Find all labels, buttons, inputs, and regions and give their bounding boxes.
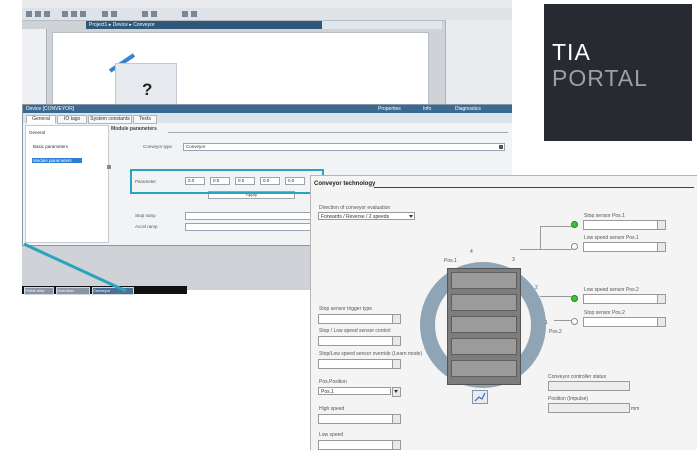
sensor-control-button[interactable] bbox=[392, 336, 401, 346]
sensor-override-label: Stop/Low speed sensor override (Learn mo… bbox=[319, 351, 423, 357]
direction-label: Direction of conveyor evaluation bbox=[319, 205, 391, 211]
high-speed-input[interactable] bbox=[318, 414, 393, 424]
sensor-control-label: Stop / Low speed sensor control bbox=[319, 328, 391, 334]
belt-segment bbox=[451, 316, 517, 333]
stop-sensor-pos1-browse[interactable] bbox=[657, 220, 666, 230]
belt-segment bbox=[451, 360, 517, 377]
stop-sensor-pos2-input[interactable] bbox=[583, 317, 658, 327]
logo-line-tia: TIA bbox=[552, 39, 591, 65]
position-impulse-field bbox=[548, 403, 630, 413]
position-impulse-label: Position (Impulse) bbox=[548, 396, 589, 402]
stop-sensor-pos1-led bbox=[571, 221, 578, 228]
conveyor-panel-title: Conveyor technology bbox=[314, 181, 376, 187]
chevron-down-icon bbox=[394, 390, 398, 393]
wire-sensor-1-top bbox=[540, 226, 572, 227]
low-speed-sensor-pos2-browse[interactable] bbox=[657, 294, 666, 304]
high-speed-button[interactable] bbox=[392, 414, 401, 424]
stop-trigger-type-input[interactable] bbox=[318, 314, 393, 324]
belt-segment bbox=[451, 338, 517, 355]
trend-chart-icon[interactable] bbox=[472, 390, 488, 404]
stop-sensor-pos1-input[interactable] bbox=[583, 220, 658, 230]
direction-value: Forwards / Reverse / 2 speeds bbox=[321, 214, 390, 220]
direction-chevron-icon bbox=[409, 215, 413, 218]
wire-sensor-3 bbox=[540, 296, 572, 297]
wire-sensor-1-vertical bbox=[540, 226, 541, 249]
stop-sensor-pos2-led bbox=[571, 318, 578, 325]
direction-select[interactable]: Forwards / Reverse / 2 speeds bbox=[318, 212, 415, 220]
belt-segment bbox=[451, 272, 517, 289]
low-speed-sensor-pos1-label: Low speed sensor Pos.1 bbox=[584, 235, 639, 241]
arrow-label-3: 3 bbox=[512, 257, 515, 263]
arrow-label-2: 2 bbox=[535, 285, 538, 291]
stop-sensor-pos2-label: Stop sensor Pos.2 bbox=[584, 310, 625, 316]
title-divider bbox=[374, 187, 694, 188]
unit-label: mm bbox=[631, 406, 640, 412]
stop-trigger-type-label: Stop sensor trigger type bbox=[319, 306, 373, 312]
position-value: Pos.1 bbox=[321, 389, 334, 395]
logo-line-portal: PORTAL bbox=[552, 65, 648, 91]
stop-sensor-pos1-label: Stop sensor Pos.1 bbox=[584, 213, 625, 219]
low-speed-sensor-pos1-led bbox=[571, 243, 578, 250]
low-speed-sensor-pos2-led bbox=[571, 295, 578, 302]
low-speed-sensor-pos2-label: Low speed sensor Pos.2 bbox=[584, 287, 639, 293]
callout-line bbox=[23, 242, 127, 293]
controller-status-label: Conveyor controller status bbox=[548, 374, 607, 380]
controller-status-field bbox=[548, 381, 630, 391]
arrow-label-4: 4 bbox=[470, 249, 473, 255]
low-speed-sensor-pos1-input[interactable] bbox=[583, 242, 658, 252]
position-select[interactable]: Pos.1 bbox=[318, 387, 391, 395]
arrow-label-1: 1 bbox=[545, 320, 548, 326]
sensor-control-input[interactable] bbox=[318, 336, 393, 346]
tia-portal-logo: TIA PORTAL bbox=[544, 4, 692, 141]
pos2-label: Pos.2 bbox=[549, 329, 562, 335]
sensor-override-button[interactable] bbox=[392, 359, 401, 369]
belt-segment bbox=[451, 294, 517, 311]
stop-sensor-pos2-browse[interactable] bbox=[657, 317, 666, 327]
stop-trigger-type-button[interactable] bbox=[392, 314, 401, 324]
pos1-label: Pos.1 bbox=[444, 258, 457, 264]
trend-chart-glyph bbox=[474, 392, 486, 402]
high-speed-label: High speed bbox=[319, 406, 345, 412]
sensor-override-input[interactable] bbox=[318, 359, 393, 369]
wire-sensor-1 bbox=[520, 249, 572, 250]
low-speed-label: Low speed bbox=[319, 432, 344, 438]
wire-sensor-4 bbox=[554, 320, 572, 321]
low-speed-sensor-pos1-browse[interactable] bbox=[657, 242, 666, 252]
position-label: Pos.Position bbox=[319, 379, 347, 385]
low-speed-sensor-pos2-input[interactable] bbox=[583, 294, 658, 304]
